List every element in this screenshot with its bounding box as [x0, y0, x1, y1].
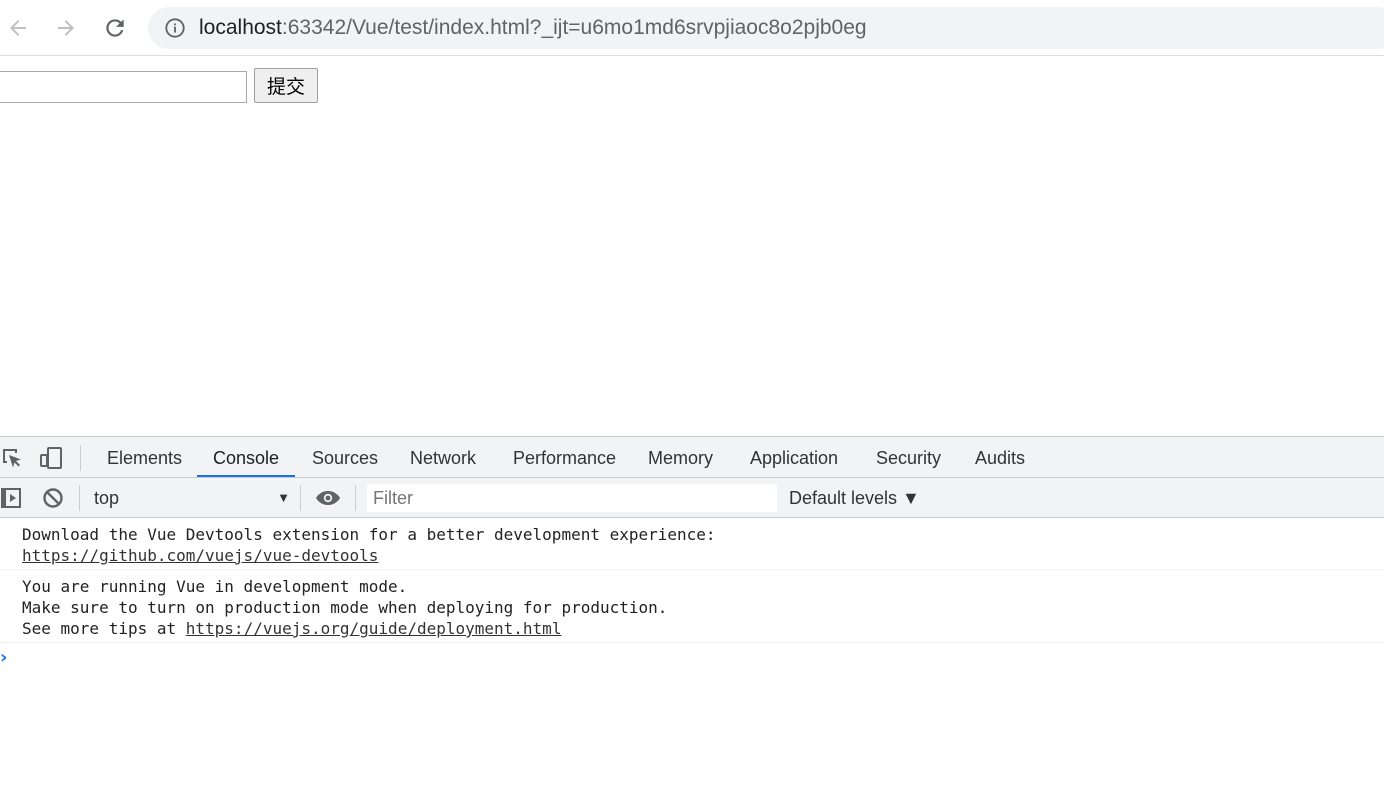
info-icon[interactable]: [164, 17, 186, 39]
text-input[interactable]: [0, 71, 247, 103]
tab-sources[interactable]: Sources: [296, 437, 394, 477]
tab-performance[interactable]: Performance: [497, 437, 632, 477]
tab-console[interactable]: Console: [197, 437, 296, 477]
reload-button[interactable]: [99, 12, 131, 44]
arrow-left-icon: [10, 20, 26, 36]
message-text: See more tips at: [22, 619, 186, 638]
submit-button[interactable]: 提交: [254, 68, 318, 103]
toolbar-divider: [300, 485, 301, 511]
arrow-right-icon: [58, 20, 74, 36]
page-viewport: 提交: [0, 57, 1384, 435]
context-value: top: [94, 488, 120, 508]
devtools-link[interactable]: https://github.com/vuejs/vue-devtools: [22, 546, 378, 565]
url-text: localhost:63342/Vue/test/index.html?_ijt…: [199, 7, 867, 49]
log-levels-dropdown[interactable]: Default levels ▼: [789, 486, 920, 510]
toolbar-divider: [80, 445, 81, 471]
tab-security[interactable]: Security: [860, 437, 957, 477]
tab-application[interactable]: Application: [734, 437, 854, 477]
message-text: Make sure to turn on production mode whe…: [22, 598, 668, 617]
reload-icon: [106, 19, 124, 37]
triangle-down-icon: ▼: [277, 490, 290, 505]
console-message: Download the Vue Devtools extension for …: [0, 518, 1384, 570]
message-text: Download the Vue Devtools extension for …: [22, 525, 716, 544]
message-text: You are running Vue in development mode.: [22, 577, 408, 596]
show-sidebar-icon[interactable]: [0, 486, 24, 510]
console-output: Download the Vue Devtools extension for …: [0, 518, 1384, 797]
url-path: :63342/Vue/test/index.html?_ijt=u6mo1md6…: [281, 16, 867, 39]
context-select[interactable]: top ▼: [94, 486, 290, 510]
tab-elements[interactable]: Elements: [91, 437, 198, 477]
toolbar-divider: [355, 485, 356, 511]
url-host: localhost: [199, 16, 282, 39]
filter-input[interactable]: [367, 484, 777, 512]
devtools-panel: Elements Console Sources Network Perform…: [0, 436, 1384, 796]
address-bar[interactable]: localhost:63342/Vue/test/index.html?_ijt…: [148, 7, 1384, 49]
device-toolbar-icon[interactable]: [39, 446, 63, 470]
eye-icon[interactable]: [314, 486, 342, 510]
back-button[interactable]: [2, 12, 34, 44]
tab-memory[interactable]: Memory: [632, 437, 729, 477]
console-prompt[interactable]: ›: [0, 643, 1384, 673]
console-message: You are running Vue in development mode.…: [0, 570, 1384, 643]
inspect-element-icon[interactable]: [0, 446, 24, 470]
clear-console-icon[interactable]: [41, 486, 65, 510]
deployment-link[interactable]: https://vuejs.org/guide/deployment.html: [186, 619, 562, 638]
console-toolbar: top ▼ Default levels ▼: [0, 478, 1384, 518]
tab-audits[interactable]: Audits: [959, 437, 1041, 477]
tab-network[interactable]: Network: [394, 437, 492, 477]
devtools-tabbar: Elements Console Sources Network Perform…: [0, 437, 1384, 478]
forward-button[interactable]: [50, 12, 82, 44]
toolbar-divider: [79, 485, 80, 511]
chevron-right-icon: ›: [0, 647, 8, 668]
browser-toolbar: localhost:63342/Vue/test/index.html?_ijt…: [0, 0, 1384, 56]
